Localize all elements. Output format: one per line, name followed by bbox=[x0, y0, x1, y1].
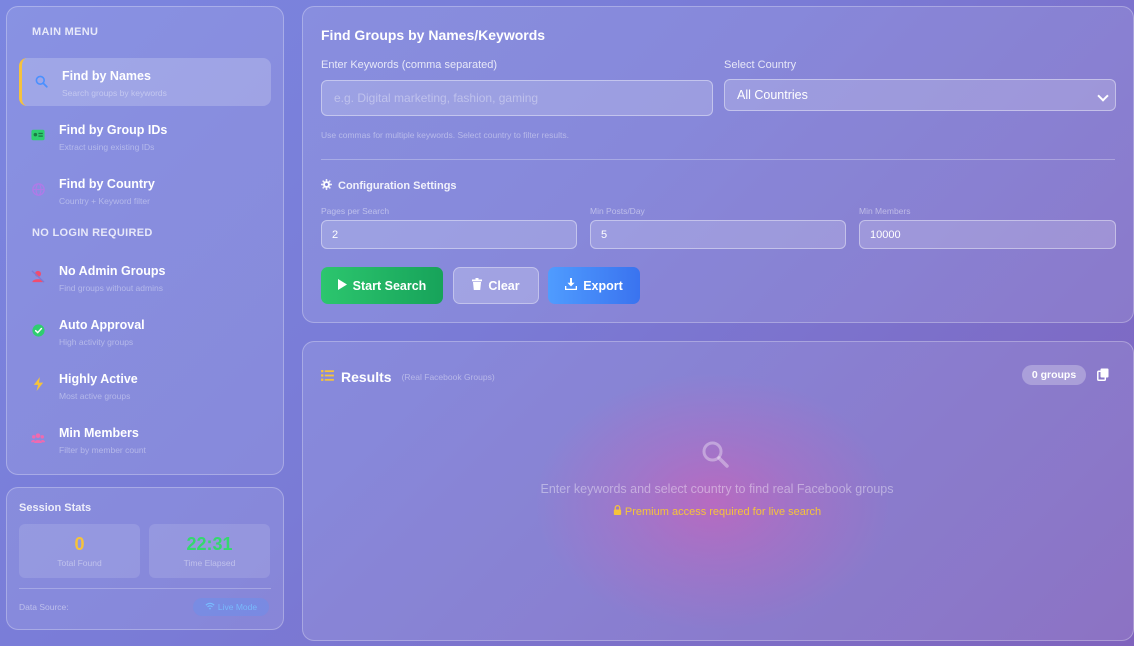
sidebar: MAIN MENU Find by Names Search groups by… bbox=[6, 6, 284, 475]
sidebar-item-find-by-group-ids[interactable]: Find by Group IDs Extract using existing… bbox=[19, 112, 271, 160]
total-found-value: 0 bbox=[74, 534, 85, 554]
sidebar-item-subtitle: Filter by member count bbox=[59, 445, 146, 455]
sidebar-item-subtitle: Extract using existing IDs bbox=[59, 142, 155, 152]
min-posts-label: Min Posts/Day bbox=[590, 206, 645, 216]
users-icon bbox=[31, 431, 45, 445]
min-posts-input[interactable]: 5 bbox=[590, 220, 846, 249]
download-icon bbox=[564, 278, 578, 293]
sidebar-item-min-members[interactable]: Min Members Filter by member count bbox=[19, 415, 271, 463]
start-search-button[interactable]: Start Search bbox=[321, 267, 443, 304]
sidebar-item-no-admin-groups[interactable]: No Admin Groups Find groups without admi… bbox=[19, 253, 271, 301]
premium-notice-text: Premium access required for live search bbox=[624, 506, 822, 518]
no-login-title: NO LOGIN REQUIRED bbox=[32, 227, 153, 239]
live-mode-badge: Live Mode bbox=[193, 598, 269, 616]
pages-per-search-label: Pages per Search bbox=[321, 206, 390, 216]
total-found-label: Total Found bbox=[57, 558, 102, 568]
user-slash-icon bbox=[31, 269, 45, 283]
min-members-input[interactable]: 10000 bbox=[859, 220, 1116, 249]
country-label: Select Country bbox=[724, 59, 797, 71]
id-card-icon bbox=[31, 128, 45, 142]
trash-icon bbox=[472, 278, 483, 293]
time-elapsed-stat: 22:31 Time Elapsed bbox=[149, 524, 270, 578]
config-settings-title: Configuration Settings bbox=[321, 179, 457, 193]
chevron-down-icon bbox=[1097, 90, 1109, 102]
clear-label: Clear bbox=[488, 278, 520, 293]
sidebar-item-highly-active[interactable]: Highly Active Most active groups bbox=[19, 361, 271, 409]
results-count-badge: 0 groups bbox=[1022, 365, 1086, 385]
search-icon bbox=[34, 74, 48, 88]
sidebar-item-subtitle: High activity groups bbox=[59, 337, 134, 347]
sidebar-item-label: Min Members bbox=[59, 426, 139, 440]
empty-state-text: Enter keywords and select country to fin… bbox=[540, 482, 894, 496]
clear-button[interactable]: Clear bbox=[453, 267, 539, 304]
search-icon bbox=[701, 440, 729, 468]
sidebar-item-auto-approval[interactable]: Auto Approval High activity groups bbox=[19, 307, 271, 355]
data-source-label: Data Source: bbox=[19, 602, 69, 612]
play-icon bbox=[337, 278, 347, 293]
results-panel: Results (Real Facebook Groups) 0 groups … bbox=[302, 341, 1134, 641]
total-found-stat: 0 Total Found bbox=[19, 524, 140, 578]
country-select-value: All Countries bbox=[737, 88, 808, 102]
results-subtitle: (Real Facebook Groups) bbox=[401, 372, 495, 382]
sidebar-item-label: No Admin Groups bbox=[59, 264, 166, 278]
wifi-icon bbox=[205, 602, 215, 612]
stats-divider bbox=[19, 588, 271, 589]
sidebar-item-find-by-country[interactable]: Find by Country Country + Keyword filter bbox=[19, 166, 271, 214]
search-hint: Use commas for multiple keywords. Select… bbox=[321, 130, 569, 140]
premium-notice: Premium access required for live search bbox=[303, 505, 1131, 518]
list-icon bbox=[321, 368, 334, 386]
export-label: Export bbox=[583, 278, 623, 293]
live-mode-text: Live Mode bbox=[217, 602, 258, 612]
sidebar-item-label: Highly Active bbox=[59, 372, 138, 386]
sidebar-item-subtitle: Find groups without admins bbox=[59, 283, 163, 293]
sidebar-item-label: Find by Group IDs bbox=[59, 123, 168, 137]
search-title: Find Groups by Names/Keywords bbox=[321, 27, 546, 43]
sidebar-item-subtitle: Country + Keyword filter bbox=[59, 196, 150, 206]
pages-per-search-input[interactable]: 2 bbox=[321, 220, 577, 249]
export-button[interactable]: Export bbox=[548, 267, 640, 304]
main-menu-title: MAIN MENU bbox=[32, 26, 99, 38]
copy-icon[interactable] bbox=[1097, 368, 1111, 382]
lock-icon bbox=[613, 505, 625, 518]
sidebar-item-find-by-names[interactable]: Find by Names Search groups by keywords bbox=[19, 58, 271, 106]
bolt-icon bbox=[31, 377, 45, 391]
sidebar-item-subtitle: Most active groups bbox=[59, 391, 131, 401]
sidebar-item-label: Find by Country bbox=[59, 177, 155, 191]
results-glow bbox=[533, 372, 893, 632]
config-settings-text: Configuration Settings bbox=[338, 180, 457, 192]
search-panel: Find Groups by Names/Keywords Enter Keyw… bbox=[302, 6, 1134, 323]
sidebar-item-label: Find by Names bbox=[62, 69, 151, 83]
gear-icon bbox=[321, 179, 332, 193]
time-elapsed-value: 22:31 bbox=[186, 534, 233, 554]
sidebar-item-label: Auto Approval bbox=[59, 318, 145, 332]
check-circle-icon bbox=[31, 323, 45, 337]
time-elapsed-label: Time Elapsed bbox=[183, 558, 236, 568]
globe-icon bbox=[31, 182, 45, 196]
country-select[interactable]: All Countries bbox=[724, 79, 1116, 111]
start-search-label: Start Search bbox=[352, 278, 427, 293]
session-stats-title: Session Stats bbox=[19, 502, 92, 514]
keywords-input[interactable]: e.g. Digital marketing, fashion, gaming bbox=[321, 80, 713, 116]
session-stats-panel: Session Stats 0 Total Found 22:31 Time E… bbox=[6, 487, 284, 630]
sidebar-item-subtitle: Search groups by keywords bbox=[62, 88, 167, 98]
results-title: Results bbox=[341, 369, 392, 385]
section-divider bbox=[321, 159, 1115, 160]
min-members-label: Min Members bbox=[859, 206, 911, 216]
keywords-label: Enter Keywords (comma separated) bbox=[321, 59, 498, 71]
results-header: Results (Real Facebook Groups) bbox=[321, 368, 495, 386]
